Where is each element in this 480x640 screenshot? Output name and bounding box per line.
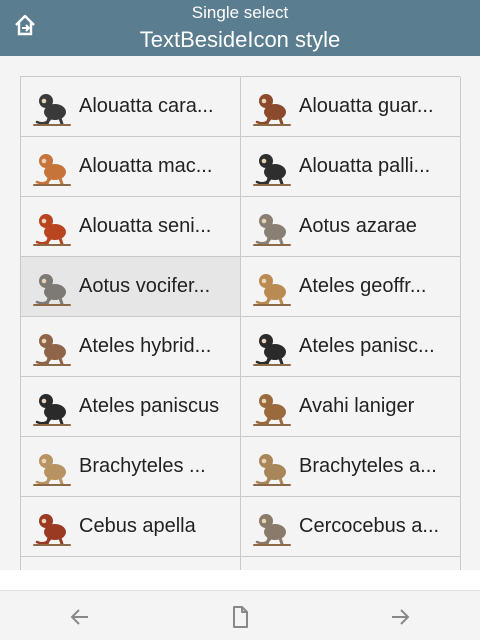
header-title: TextBesideIcon style — [139, 27, 341, 52]
grid-item-label: Cercocebus a... — [299, 515, 440, 537]
arrow-right-icon — [392, 609, 410, 625]
grid-item-label: Ateles geoffr... — [299, 275, 427, 297]
grid-item[interactable]: Alouatta guar... — [241, 77, 461, 137]
grid-item-label: Alouatta guar... — [299, 95, 434, 117]
night-monkey-icon — [249, 204, 295, 250]
mangabey-icon — [249, 504, 295, 550]
page-button[interactable] — [226, 603, 254, 631]
grid-item-label: Ateles paniscus — [79, 395, 220, 417]
page-icon — [233, 606, 248, 628]
arrow-left-icon — [70, 609, 88, 625]
bottom-nav-bar — [0, 590, 480, 640]
howler-monkey-orange-icon — [29, 144, 75, 190]
back-button[interactable] — [66, 603, 94, 631]
grid-item[interactable]: Brachyteles ... — [21, 437, 241, 497]
muriqui-icon — [29, 444, 75, 490]
grid-item[interactable]: Cebus apella — [21, 497, 241, 557]
spider-monkey-hanging-icon — [29, 324, 75, 370]
howler-monkey-red-icon — [29, 204, 75, 250]
header-subtitle: Single select — [191, 3, 289, 22]
grid-item[interactable]: Avahi laniger — [241, 377, 461, 437]
monkey-icon — [29, 564, 75, 571]
monkey-icon — [249, 564, 295, 571]
capuchin-icon — [29, 504, 75, 550]
grid-item[interactable]: Alouatta palli... — [241, 137, 461, 197]
grid-item[interactable] — [21, 557, 241, 570]
spider-monkey-tan-icon — [249, 264, 295, 310]
grid-item[interactable]: Alouatta mac... — [21, 137, 241, 197]
grid-item-label: Alouatta seni... — [79, 215, 212, 237]
grid-item[interactable]: Cercocebus a... — [241, 497, 461, 557]
grid-item[interactable]: Alouatta cara... — [21, 77, 241, 137]
grid-item[interactable]: Ateles paniscus — [21, 377, 241, 437]
spider-monkey-black-icon — [249, 324, 295, 370]
grid-item-label: Brachyteles ... — [79, 455, 206, 477]
grid-item-label: Aotus azarae — [299, 215, 417, 237]
howler-monkey-dark-icon — [249, 144, 295, 190]
grid-item-label: Alouatta mac... — [79, 155, 213, 177]
grid-item-label: Avahi laniger — [299, 395, 415, 417]
howler-monkey-black-icon — [29, 84, 75, 130]
forward-button[interactable] — [386, 603, 414, 631]
grid-item[interactable]: Alouatta seni... — [21, 197, 241, 257]
grid-item[interactable]: Brachyteles a... — [241, 437, 461, 497]
muriqui-hanging-icon — [249, 444, 295, 490]
grid-item[interactable]: Ateles geoffr... — [241, 257, 461, 317]
grid-item[interactable]: Ateles panisc... — [241, 317, 461, 377]
header-bar: Single select TextBesideIcon style — [0, 0, 480, 56]
grid-item[interactable]: Aotus azarae — [241, 197, 461, 257]
howler-monkey-brown-icon — [249, 84, 295, 130]
spider-monkey-black-hanging-icon — [29, 384, 75, 430]
species-grid: Alouatta cara... Alouatta guar... Alouatta… — [20, 76, 461, 570]
night-monkey-gray-icon — [29, 264, 75, 310]
content-area: Alouatta cara... Alouatta guar... Alouatta… — [0, 56, 480, 570]
grid-item[interactable]: Aotus vocifer... — [21, 257, 241, 317]
grid-item-label: Aotus vocifer... — [79, 275, 211, 297]
grid-item[interactable]: Ateles hybrid... — [21, 317, 241, 377]
grid-item-label: Ateles hybrid... — [79, 335, 212, 357]
grid-item-label: Alouatta cara... — [79, 95, 214, 117]
grid-item-label: Brachyteles a... — [299, 455, 437, 477]
grid-item[interactable] — [241, 557, 461, 570]
grid-item-label: Cebus apella — [79, 515, 196, 537]
grid-item-label: Ateles panisc... — [299, 335, 435, 357]
woolly-lemur-icon — [249, 384, 295, 430]
grid-item-label: Alouatta palli... — [299, 155, 431, 177]
